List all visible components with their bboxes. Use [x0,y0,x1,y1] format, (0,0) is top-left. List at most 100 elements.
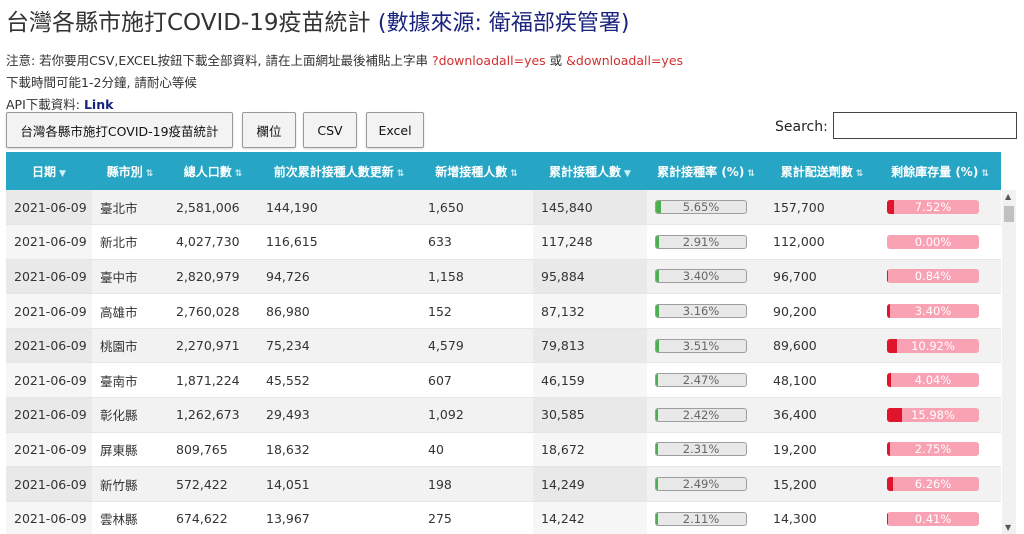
cell-total: 117,248 [533,224,647,260]
api-link[interactable]: Link [84,97,113,112]
column-header[interactable]: 累計配送劑數 ⇅ [765,152,879,190]
rate-progress-bar: 3.51% [655,338,747,353]
stock-progress-bar: 2.75% [887,442,979,457]
sort-icon[interactable]: ▼ [624,169,631,179]
cell-total: 95,884 [533,259,647,295]
sort-icon[interactable]: ⇅ [397,169,405,179]
sort-icon[interactable]: ⇅ [146,169,154,179]
cell-dist: 15,200 [765,466,879,502]
cell-rate: 2.91% [647,224,765,260]
stock-progress-bar: 10.92% [887,338,979,353]
column-header[interactable]: 累計接種人數 ▼ [533,152,647,190]
rate-progress-bar: 2.91% [655,234,747,249]
column-header[interactable]: 新增接種人數 ⇅ [420,152,533,190]
excel-button[interactable]: Excel [366,112,424,148]
csv-button[interactable]: CSV [303,112,357,148]
cell-stock: 0.00% [879,224,1001,260]
cell-prev: 18,632 [258,432,420,468]
cell-pop: 1,871,224 [168,362,258,399]
sort-icon[interactable]: ▼ [59,169,66,179]
stock-progress-bar: 6.26% [887,477,979,492]
stock-text: 3.40% [914,304,952,319]
table-row: 2021-06-09 臺南市 1,871,224 45,552 607 46,159 2.4… [6,362,1001,399]
sort-icon[interactable]: ⇅ [981,169,989,179]
cell-stock: 6.26% [879,466,1001,502]
cell-pop: 4,027,730 [168,224,258,260]
sort-icon[interactable]: ⇅ [856,169,864,179]
cell-city: 彰化縣 [92,397,168,433]
vaccine-table: 日期 ▼ 縣市別 ⇅ 總人口數 ⇅ 前次累計接種人數更新 ⇅ 新增接種人數 ⇅ 累計接種人數 ▼ 累計接… [6,152,1001,534]
cell-stock: 7.52% [879,190,1001,226]
column-header[interactable]: 日期 ▼ [6,152,92,190]
column-header[interactable]: 前次累計接種人數更新 ⇅ [258,152,420,190]
cell-date: 2021-06-09 [6,259,92,295]
table-row: 2021-06-09 桃園市 2,270,971 75,234 4,579 79,813 3… [6,328,1001,364]
column-header-label: 累計接種人數 [549,164,622,179]
cell-date: 2021-06-09 [6,466,92,502]
rate-progress-bar: 2.42% [655,407,747,422]
stock-text: 6.26% [914,477,952,492]
table-row: 2021-06-09 臺北市 2,581,006 144,190 1,650 145,84… [6,190,1001,226]
page-title-text: 台灣各縣市施打COVID-19疫苗統計 [6,10,371,36]
cell-prev: 116,615 [258,224,420,260]
rate-progress-bar: 3.40% [655,269,747,284]
table-row: 2021-06-09 彰化縣 1,262,673 29,493 1,092 30,585 2… [6,397,1001,433]
time-note-c: 分鐘, 請耐心等候 [101,75,197,90]
cell-date: 2021-06-09 [6,293,92,329]
cell-rate: 3.16% [647,293,765,329]
columns-button[interactable]: 欄位 [242,112,296,148]
cell-total: 79,813 [533,328,647,364]
column-header-label: 累計接種率 (%) [657,164,745,179]
column-header[interactable]: 剩餘庫存量 (%) ⇅ [879,152,1001,190]
cell-city: 新竹縣 [92,466,168,502]
column-header-label: 剩餘庫存量 (%) [891,164,979,179]
stock-text: 0.00% [914,234,952,249]
cell-new: 40 [420,432,533,468]
search-label: Search: [775,119,828,135]
scroll-thumb[interactable] [1004,206,1014,222]
data-source-label: (數據來源: 衛福部疾管署) [377,11,630,36]
cell-new: 1,650 [420,190,533,226]
cell-rate: 2.31% [647,432,765,468]
cell-city: 高雄市 [92,293,168,329]
api-label: API下載資料: [6,97,84,112]
cell-pop: 809,765 [168,432,258,468]
cell-city: 臺南市 [92,362,168,399]
cell-date: 2021-06-09 [6,190,92,226]
cell-new: 1,092 [420,397,533,433]
download-time-note: 下載時間可能1-2分鐘, 請耐心等候 [6,72,197,91]
stock-text: 0.41% [914,511,952,526]
rate-progress-bar: 2.31% [655,442,747,457]
search-input[interactable] [833,112,1017,139]
stock-text: 7.52% [914,200,952,215]
sort-icon[interactable]: ⇅ [235,169,243,179]
stock-progress-bar: 3.40% [887,304,979,319]
cell-pop: 1,262,673 [168,397,258,433]
cell-rate: 2.49% [647,466,765,502]
cell-pop: 2,581,006 [168,190,258,226]
table-scrollbar[interactable]: ▲ ▼ [1002,190,1016,534]
cell-stock: 15.98% [879,397,1001,433]
title-button[interactable]: 台灣各縣市施打COVID-19疫苗統計 [6,112,233,148]
note-text: 注意: 若你要用CSV,EXCEL按鈕下載全部資料, 請在上面網址最後補貼上字串 [6,53,432,68]
column-header[interactable]: 縣市別 ⇅ [92,152,168,190]
cell-rate: 2.47% [647,362,765,399]
rate-progress-bar: 2.11% [655,511,747,526]
cell-dist: 19,200 [765,432,879,468]
scroll-up-arrow-icon[interactable]: ▲ [1005,192,1011,201]
note-or: 或 [545,53,567,68]
cell-city: 桃園市 [92,328,168,364]
column-header[interactable]: 總人口數 ⇅ [168,152,258,190]
table-row: 2021-06-09 高雄市 2,760,028 86,980 152 87,132 3.1… [6,293,1001,329]
download-note: 注意: 若你要用CSV,EXCEL按鈕下載全部資料, 請在上面網址最後補貼上字串… [6,50,683,69]
cell-date: 2021-06-09 [6,328,92,364]
scroll-down-arrow-icon[interactable]: ▼ [1005,523,1011,532]
table-row: 2021-06-09 新竹縣 572,422 14,051 198 14,249 2.49%… [6,466,1001,502]
rate-text: 3.16% [682,304,720,319]
column-header[interactable]: 累計接種率 (%) ⇅ [647,152,765,190]
sort-icon[interactable]: ⇅ [747,169,755,179]
cell-total: 30,585 [533,397,647,433]
cell-city: 臺北市 [92,190,168,226]
rate-text: 3.51% [682,338,720,353]
sort-icon[interactable]: ⇅ [510,169,518,179]
